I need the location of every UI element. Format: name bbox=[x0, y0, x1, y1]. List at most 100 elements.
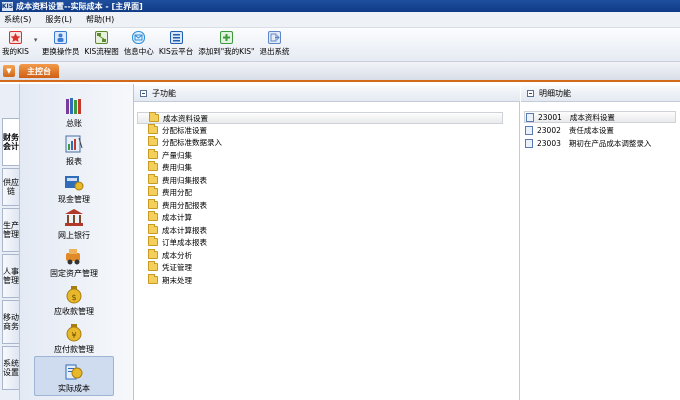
tab-finance[interactable]: 财务会计 bbox=[2, 118, 19, 166]
folder-icon bbox=[148, 161, 158, 171]
tab-mobile-commerce[interactable]: 移动商务 bbox=[2, 300, 19, 344]
function-code: 23003 bbox=[537, 138, 561, 148]
menu-help[interactable]: 帮助(H) bbox=[86, 14, 114, 25]
folder-icon bbox=[148, 224, 158, 234]
folder-icon bbox=[148, 199, 158, 209]
detail-function-header: 明细功能 bbox=[521, 86, 680, 102]
list-item[interactable]: 23003 期初在产品成本调整录入 bbox=[525, 137, 651, 149]
ledger-books-icon bbox=[64, 96, 84, 116]
function-label: 期初在产品成本调整录入 bbox=[568, 138, 652, 148]
list-item[interactable]: 期末处理 bbox=[148, 274, 192, 286]
detail-function-list: 23001 成本资料设置 23002 责任成本设置 23003 期初在产品成本调… bbox=[521, 102, 680, 400]
exit-system-label: 退出系统 bbox=[259, 47, 290, 56]
tab-production[interactable]: 生产管理 bbox=[2, 208, 19, 252]
module-cash-management[interactable]: 现金管理 bbox=[34, 172, 114, 205]
list-item[interactable]: 费用分配报表 bbox=[148, 199, 207, 211]
module-reports[interactable]: 报表 bbox=[34, 134, 114, 167]
folder-icon bbox=[149, 112, 159, 122]
module-receivables[interactable]: $ 应收款管理 bbox=[34, 284, 114, 317]
tab-supply-chain[interactable]: 供应链 bbox=[2, 168, 19, 206]
category-tabs: 财务会计 供应链 生产管理 人事管理 移动商务 系统设置 bbox=[0, 84, 20, 400]
list-item[interactable]: 分配标准数据录入 bbox=[148, 136, 222, 148]
my-kis-label: 我的KIS bbox=[2, 47, 29, 56]
module-panel: 总账 报表 现金管理 网上银行 固定资产管理 $ 应收款管理 ¥ 应付款管理 实… bbox=[20, 84, 134, 400]
tab-system-settings[interactable]: 系统设置 bbox=[2, 346, 19, 390]
module-online-banking[interactable]: 网上银行 bbox=[34, 208, 114, 241]
list-item[interactable]: 费用分配 bbox=[148, 186, 192, 198]
add-favorite-icon bbox=[219, 31, 233, 44]
svg-text:$: $ bbox=[71, 293, 76, 302]
list-item[interactable]: 分配标准设置 bbox=[148, 124, 207, 136]
module-label: 总账 bbox=[66, 119, 82, 128]
cash-icon bbox=[64, 172, 84, 192]
list-item[interactable]: 成本资料设置 bbox=[137, 112, 503, 124]
collapse-icon[interactable] bbox=[527, 90, 534, 97]
folder-icon bbox=[148, 249, 158, 259]
message-center-button[interactable]: 信息中心 bbox=[124, 28, 154, 58]
list-item[interactable]: 23002 责任成本设置 bbox=[525, 124, 614, 136]
fixed-assets-icon bbox=[64, 246, 84, 266]
switch-operator-label: 更换操作员 bbox=[41, 47, 80, 56]
module-actual-cost[interactable]: 实际成本 bbox=[34, 356, 114, 396]
folder-icon bbox=[148, 211, 158, 221]
module-label: 现金管理 bbox=[58, 195, 90, 204]
menu-service[interactable]: 服务(L) bbox=[45, 14, 72, 25]
menu-system[interactable]: 系统(S) bbox=[4, 14, 31, 25]
receivables-icon: $ bbox=[64, 284, 84, 304]
sub-function-title: 子功能 bbox=[152, 89, 176, 98]
list-item[interactable]: 凭证管理 bbox=[148, 261, 192, 273]
list-item[interactable]: 成本计算 bbox=[148, 211, 192, 223]
function-label: 责任成本设置 bbox=[568, 125, 614, 135]
folder-icon bbox=[148, 174, 158, 184]
folder-icon bbox=[148, 149, 158, 159]
module-payables[interactable]: ¥ 应付款管理 bbox=[34, 322, 114, 355]
collapse-icon[interactable] bbox=[140, 90, 147, 97]
kis-cloud-button[interactable]: KIS云平台 bbox=[159, 28, 193, 58]
list-item[interactable]: 产量归集 bbox=[148, 149, 192, 161]
function-code: 23001 bbox=[538, 112, 562, 122]
message-center-icon bbox=[132, 31, 146, 44]
document-icon bbox=[526, 112, 534, 122]
flowchart-icon bbox=[95, 31, 109, 44]
kis-logo-icon: KIS bbox=[1, 1, 14, 11]
exit-icon bbox=[268, 31, 282, 44]
folder-icon bbox=[148, 186, 158, 196]
module-label: 报表 bbox=[66, 157, 82, 166]
list-item[interactable]: 成本分析 bbox=[148, 249, 192, 261]
kis-flowchart-button[interactable]: KIS流程图 bbox=[84, 28, 119, 58]
module-label: 实际成本 bbox=[58, 384, 90, 393]
sub-function-list: 成本资料设置 分配标准设置 分配标准数据录入 产量归集 费用归集 费用归集报表 … bbox=[134, 102, 520, 400]
list-item[interactable]: 成本计算报表 bbox=[148, 224, 207, 236]
window-title: 成本资料设置--实际成本 - [主界面] bbox=[16, 1, 143, 11]
toolbar: 我的KIS ▾ 更换操作员 KIS流程图 信息中心 KIS云平台 添加到"我的K… bbox=[0, 28, 680, 62]
list-item[interactable]: 23001 成本资料设置 bbox=[524, 111, 676, 123]
folder-icon bbox=[148, 236, 158, 246]
tab-list-arrow-icon[interactable]: ▼ bbox=[3, 65, 15, 77]
tab-main-console[interactable]: 主控台 bbox=[19, 64, 59, 78]
add-to-my-kis-button[interactable]: 添加到"我的KIS" bbox=[198, 28, 255, 58]
add-to-my-kis-label: 添加到"我的KIS" bbox=[198, 47, 255, 56]
list-item[interactable]: 订单成本报表 bbox=[148, 236, 207, 248]
function-code: 23002 bbox=[537, 125, 561, 135]
dropdown-arrow-icon[interactable]: ▾ bbox=[34, 28, 40, 44]
module-label: 应收款管理 bbox=[54, 307, 94, 316]
function-label: 成本资料设置 bbox=[569, 112, 615, 122]
module-label: 网上银行 bbox=[58, 231, 90, 240]
payables-icon: ¥ bbox=[64, 322, 84, 342]
document-icon bbox=[525, 138, 533, 148]
switch-operator-button[interactable]: 更换操作员 bbox=[41, 28, 80, 58]
module-label: 固定资产管理 bbox=[50, 269, 98, 278]
list-item[interactable]: 费用归集 bbox=[148, 161, 192, 173]
list-item[interactable]: 费用归集报表 bbox=[148, 174, 207, 186]
my-kis-button[interactable]: 我的KIS bbox=[2, 28, 29, 58]
module-general-ledger[interactable]: 总账 bbox=[34, 96, 114, 129]
folder-icon bbox=[148, 124, 158, 134]
svg-text:¥: ¥ bbox=[71, 331, 76, 340]
module-label: 应付款管理 bbox=[54, 345, 94, 354]
module-fixed-assets[interactable]: 固定资产管理 bbox=[34, 246, 114, 279]
exit-system-button[interactable]: 退出系统 bbox=[260, 28, 290, 58]
cloud-platform-icon bbox=[169, 31, 183, 44]
online-bank-icon bbox=[64, 208, 84, 228]
tab-hr[interactable]: 人事管理 bbox=[2, 254, 19, 298]
title-bar: KIS 成本资料设置--实际成本 - [主界面] bbox=[0, 0, 680, 12]
